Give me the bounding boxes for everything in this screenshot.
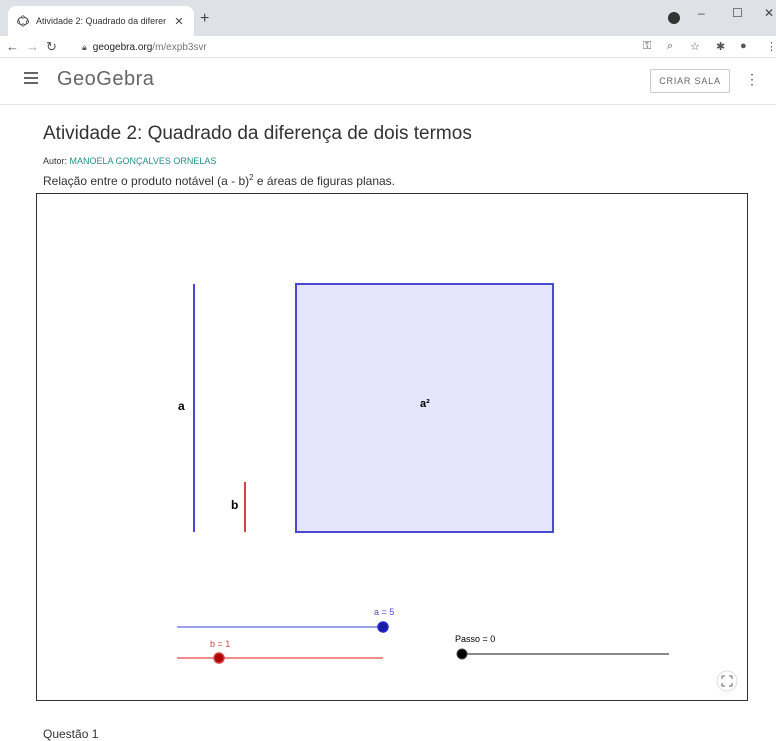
description: Relação entre o produto notável (a - b)2… bbox=[43, 173, 395, 188]
url-path: /m/expb3svr bbox=[152, 41, 207, 53]
page-title: Atividade 2: Quadrado da diferença de do… bbox=[43, 123, 472, 144]
zoom-icon[interactable]: ⌕ bbox=[667, 40, 673, 53]
geogebra-logo[interactable]: GeoGebra bbox=[57, 68, 154, 91]
browser-toolbar: ← → ↻ 🔒︎ geogebra.org /m/expb3svr ⚿ ⌕ ☆ … bbox=[0, 36, 776, 58]
slider-a-label: a = 5 bbox=[374, 607, 394, 617]
description-pre: Relação entre o produto notável (a - b) bbox=[43, 174, 250, 188]
author-label: Autor: bbox=[43, 156, 70, 166]
close-window-button[interactable]: ✕ bbox=[764, 6, 774, 20]
tab-close-icon[interactable]: ✕ bbox=[172, 15, 186, 28]
back-arrow-icon[interactable]: ← bbox=[6, 39, 19, 54]
address-bar[interactable]: 🔒︎ geogebra.org /m/expb3svr bbox=[82, 38, 682, 56]
browser-tab[interactable]: Atividade 2: Quadrado da diferen ✕ bbox=[8, 6, 194, 36]
extensions-puzzle-icon[interactable]: ✱ bbox=[716, 40, 725, 53]
hamburger-menu-icon[interactable] bbox=[24, 72, 38, 84]
geogebra-applet[interactable]: a b a² a = 5 b = 1 Passo = 0 bbox=[36, 193, 748, 701]
author-line: Autor: MANOELA GONÇALVES ORNELAS bbox=[43, 156, 216, 166]
slider-passo-label: Passo = 0 bbox=[455, 634, 495, 644]
segment-b-label: b bbox=[231, 498, 238, 512]
fullscreen-icon[interactable] bbox=[716, 670, 738, 692]
slider-b-label: b = 1 bbox=[210, 639, 230, 649]
maximize-button[interactable]: ☐ bbox=[732, 6, 743, 20]
slider-a-handle[interactable] bbox=[377, 621, 389, 633]
profile-indicator-icon[interactable] bbox=[668, 12, 680, 24]
geogebra-header: GeoGebra CRIAR SALA ⋮ bbox=[0, 59, 776, 105]
key-icon[interactable]: ⚿ bbox=[643, 40, 651, 53]
author-link[interactable]: MANOELA GONÇALVES ORNELAS bbox=[70, 156, 217, 166]
geogebra-favicon-icon bbox=[16, 14, 30, 28]
square-label: a² bbox=[420, 398, 430, 410]
slider-b-handle[interactable] bbox=[213, 652, 225, 664]
minimize-button[interactable]: – bbox=[698, 6, 705, 20]
new-tab-button[interactable]: + bbox=[200, 10, 209, 28]
url-host: geogebra.org bbox=[92, 41, 153, 53]
tab-title: Atividade 2: Quadrado da diferen bbox=[36, 16, 166, 26]
reload-icon[interactable]: ↻ bbox=[46, 39, 57, 55]
lock-icon: 🔒︎ bbox=[82, 41, 87, 52]
slider-passo-handle[interactable] bbox=[456, 648, 468, 660]
account-icon[interactable]: ● bbox=[740, 40, 747, 52]
bookmark-star-icon[interactable]: ☆ bbox=[690, 40, 700, 53]
criar-sala-button[interactable]: CRIAR SALA bbox=[650, 69, 730, 93]
browser-menu-icon[interactable]: ⋮ bbox=[766, 40, 776, 53]
applet-canvas: a b a² a = 5 b = 1 Passo = 0 bbox=[177, 283, 738, 692]
browser-tabstrip: Atividade 2: Quadrado da diferen ✕ + – ☐… bbox=[0, 0, 776, 36]
segment-a-label: a bbox=[178, 399, 185, 413]
forward-arrow-icon[interactable]: → bbox=[26, 39, 39, 54]
question-heading: Questão 1 bbox=[43, 727, 99, 741]
more-options-icon[interactable]: ⋮ bbox=[745, 71, 759, 88]
description-post: e áreas de figuras planas. bbox=[253, 174, 395, 188]
